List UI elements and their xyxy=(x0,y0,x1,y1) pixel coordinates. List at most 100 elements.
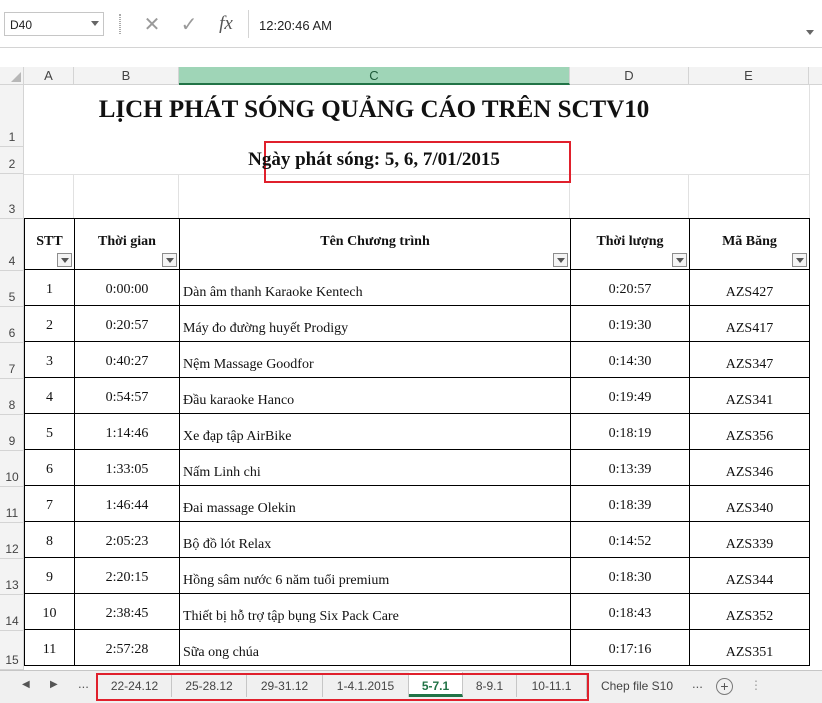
cell-program[interactable]: Thiết bị hỗ trợ tập bụng Six Pack Care xyxy=(179,593,571,630)
cell-program[interactable]: Sữa ong chúa xyxy=(179,629,571,666)
cell-duration[interactable]: 0:18:43 xyxy=(570,593,690,630)
cell-program[interactable]: Nệm Massage Goodfor xyxy=(179,341,571,378)
cell-duration[interactable]: 0:18:39 xyxy=(570,485,690,522)
cell-duration[interactable]: 0:13:39 xyxy=(570,449,690,486)
cell-duration[interactable]: 0:14:30 xyxy=(570,341,690,378)
cell-duration[interactable]: 0:19:49 xyxy=(570,377,690,414)
filter-dropdown-icon[interactable] xyxy=(57,253,72,267)
filter-dropdown-icon[interactable] xyxy=(553,253,568,267)
cell-tape-code[interactable]: AZS356 xyxy=(689,413,810,450)
name-box[interactable]: D40 xyxy=(4,12,104,36)
more-tabs-right-button[interactable]: ... xyxy=(692,676,703,691)
cell-duration[interactable]: 0:19:30 xyxy=(570,305,690,342)
cell-tape-code[interactable]: AZS339 xyxy=(689,521,810,558)
row-header-6[interactable]: 6 xyxy=(0,307,24,343)
cell-tape-code[interactable]: AZS347 xyxy=(689,341,810,378)
cell-program[interactable]: Đai massage Olekin xyxy=(179,485,571,522)
cell-stt[interactable]: 4 xyxy=(24,377,75,414)
cell-time[interactable]: 2:20:15 xyxy=(74,557,180,594)
cell-time[interactable]: 1:46:44 xyxy=(74,485,180,522)
cell-time[interactable]: 1:14:46 xyxy=(74,413,180,450)
row-header-9[interactable]: 9 xyxy=(0,415,24,451)
name-box-dropdown-icon[interactable] xyxy=(91,21,99,26)
row-header-2[interactable]: 2 xyxy=(0,147,24,174)
cell-time[interactable]: 0:54:57 xyxy=(74,377,180,414)
cell-stt[interactable]: 7 xyxy=(24,485,75,522)
name-box-value[interactable]: D40 xyxy=(10,18,32,32)
cell-program[interactable]: Xe đạp tập AirBike xyxy=(179,413,571,450)
cell-program[interactable]: Nấm Linh chi xyxy=(179,449,571,486)
row-header-13[interactable]: 13 xyxy=(0,559,24,595)
tab-chep-file-s10[interactable]: Chep file S10 xyxy=(589,675,685,697)
cell-duration[interactable]: 0:17:16 xyxy=(570,629,690,666)
cancel-icon[interactable]: ✕ xyxy=(139,12,165,36)
cell-tape-code[interactable]: AZS427 xyxy=(689,269,810,306)
row-header-4[interactable]: 4 xyxy=(0,219,24,271)
cell-program[interactable]: Đầu karaoke Hanco xyxy=(179,377,571,414)
row-header-12[interactable]: 12 xyxy=(0,523,24,559)
enter-icon[interactable]: ✓ xyxy=(176,12,202,36)
formula-bar-separator xyxy=(119,14,121,34)
column-header-d[interactable]: D xyxy=(570,67,689,85)
cell-tape-code[interactable]: AZS340 xyxy=(689,485,810,522)
cell-stt[interactable]: 2 xyxy=(24,305,75,342)
cell-time[interactable]: 2:38:45 xyxy=(74,593,180,630)
cell-duration[interactable]: 0:14:52 xyxy=(570,521,690,558)
row-header-3[interactable]: 3 xyxy=(0,174,24,219)
row-header-15[interactable]: 15 xyxy=(0,631,24,670)
cell-program[interactable]: Máy đo đường huyết Prodigy xyxy=(179,305,571,342)
row-header-14[interactable]: 14 xyxy=(0,595,24,631)
cell-tape-code[interactable]: AZS352 xyxy=(689,593,810,630)
cell-time[interactable]: 2:05:23 xyxy=(74,521,180,558)
column-header-c[interactable]: C xyxy=(179,67,570,85)
add-sheet-button[interactable]: + xyxy=(716,678,733,695)
cell-tape-code[interactable]: AZS344 xyxy=(689,557,810,594)
row-header-8[interactable]: 8 xyxy=(0,379,24,415)
more-tabs-left-button[interactable]: ... xyxy=(78,676,89,691)
tab-split-handle-icon[interactable]: ⋮ xyxy=(750,678,762,692)
row-header-5[interactable]: 5 xyxy=(0,271,24,307)
header-time: Thời gian xyxy=(74,218,180,270)
cell-stt[interactable]: 8 xyxy=(24,521,75,558)
row-header-1[interactable]: 1 xyxy=(0,85,24,147)
cell-time[interactable]: 0:00:00 xyxy=(74,269,180,306)
insert-function-button[interactable]: fx xyxy=(213,12,239,36)
cell-duration[interactable]: 0:20:57 xyxy=(570,269,690,306)
cell-stt[interactable]: 3 xyxy=(24,341,75,378)
table-row: 11 2:57:28 Sữa ong chúa 0:17:16 AZS351 xyxy=(24,629,810,666)
cell-tape-code[interactable]: AZS341 xyxy=(689,377,810,414)
cell-time[interactable]: 0:40:27 xyxy=(74,341,180,378)
cell-duration[interactable]: 0:18:19 xyxy=(570,413,690,450)
cell-tape-code[interactable]: AZS417 xyxy=(689,305,810,342)
column-header-b[interactable]: B xyxy=(74,67,179,85)
row-header-10[interactable]: 10 xyxy=(0,451,24,487)
cell-program[interactable]: Bộ đồ lót Relax xyxy=(179,521,571,558)
cell-tape-code[interactable]: AZS346 xyxy=(689,449,810,486)
scroll-tabs-left-icon[interactable]: ◀ xyxy=(22,679,30,690)
cell-tape-code[interactable]: AZS351 xyxy=(689,629,810,666)
cell-stt[interactable]: 9 xyxy=(24,557,75,594)
expand-formula-bar-icon[interactable] xyxy=(806,30,814,35)
filter-dropdown-icon[interactable] xyxy=(162,253,177,267)
cell-time[interactable]: 1:33:05 xyxy=(74,449,180,486)
filter-dropdown-icon[interactable] xyxy=(672,253,687,267)
cell-program[interactable]: Dàn âm thanh Karaoke Kentech xyxy=(179,269,571,306)
select-all-corner[interactable] xyxy=(0,67,24,85)
cell-stt[interactable]: 11 xyxy=(24,629,75,666)
row-header-7[interactable]: 7 xyxy=(0,343,24,379)
cell-program[interactable]: Hồng sâm nước 6 năm tuổi premium xyxy=(179,557,571,594)
cell-stt[interactable]: 10 xyxy=(24,593,75,630)
scroll-tabs-right-icon[interactable]: ▶ xyxy=(50,679,58,690)
filter-dropdown-icon[interactable] xyxy=(792,253,807,267)
cell-stt[interactable]: 5 xyxy=(24,413,75,450)
column-header-f[interactable] xyxy=(809,67,822,85)
row-header-11[interactable]: 11 xyxy=(0,487,24,523)
column-header-a[interactable]: A xyxy=(24,67,74,85)
cell-duration[interactable]: 0:18:30 xyxy=(570,557,690,594)
cell-stt[interactable]: 1 xyxy=(24,269,75,306)
cell-time[interactable]: 0:20:57 xyxy=(74,305,180,342)
column-header-e[interactable]: E xyxy=(689,67,809,85)
formula-input[interactable]: 12:20:46 AM xyxy=(259,18,332,33)
cell-time[interactable]: 2:57:28 xyxy=(74,629,180,666)
cell-stt[interactable]: 6 xyxy=(24,449,75,486)
